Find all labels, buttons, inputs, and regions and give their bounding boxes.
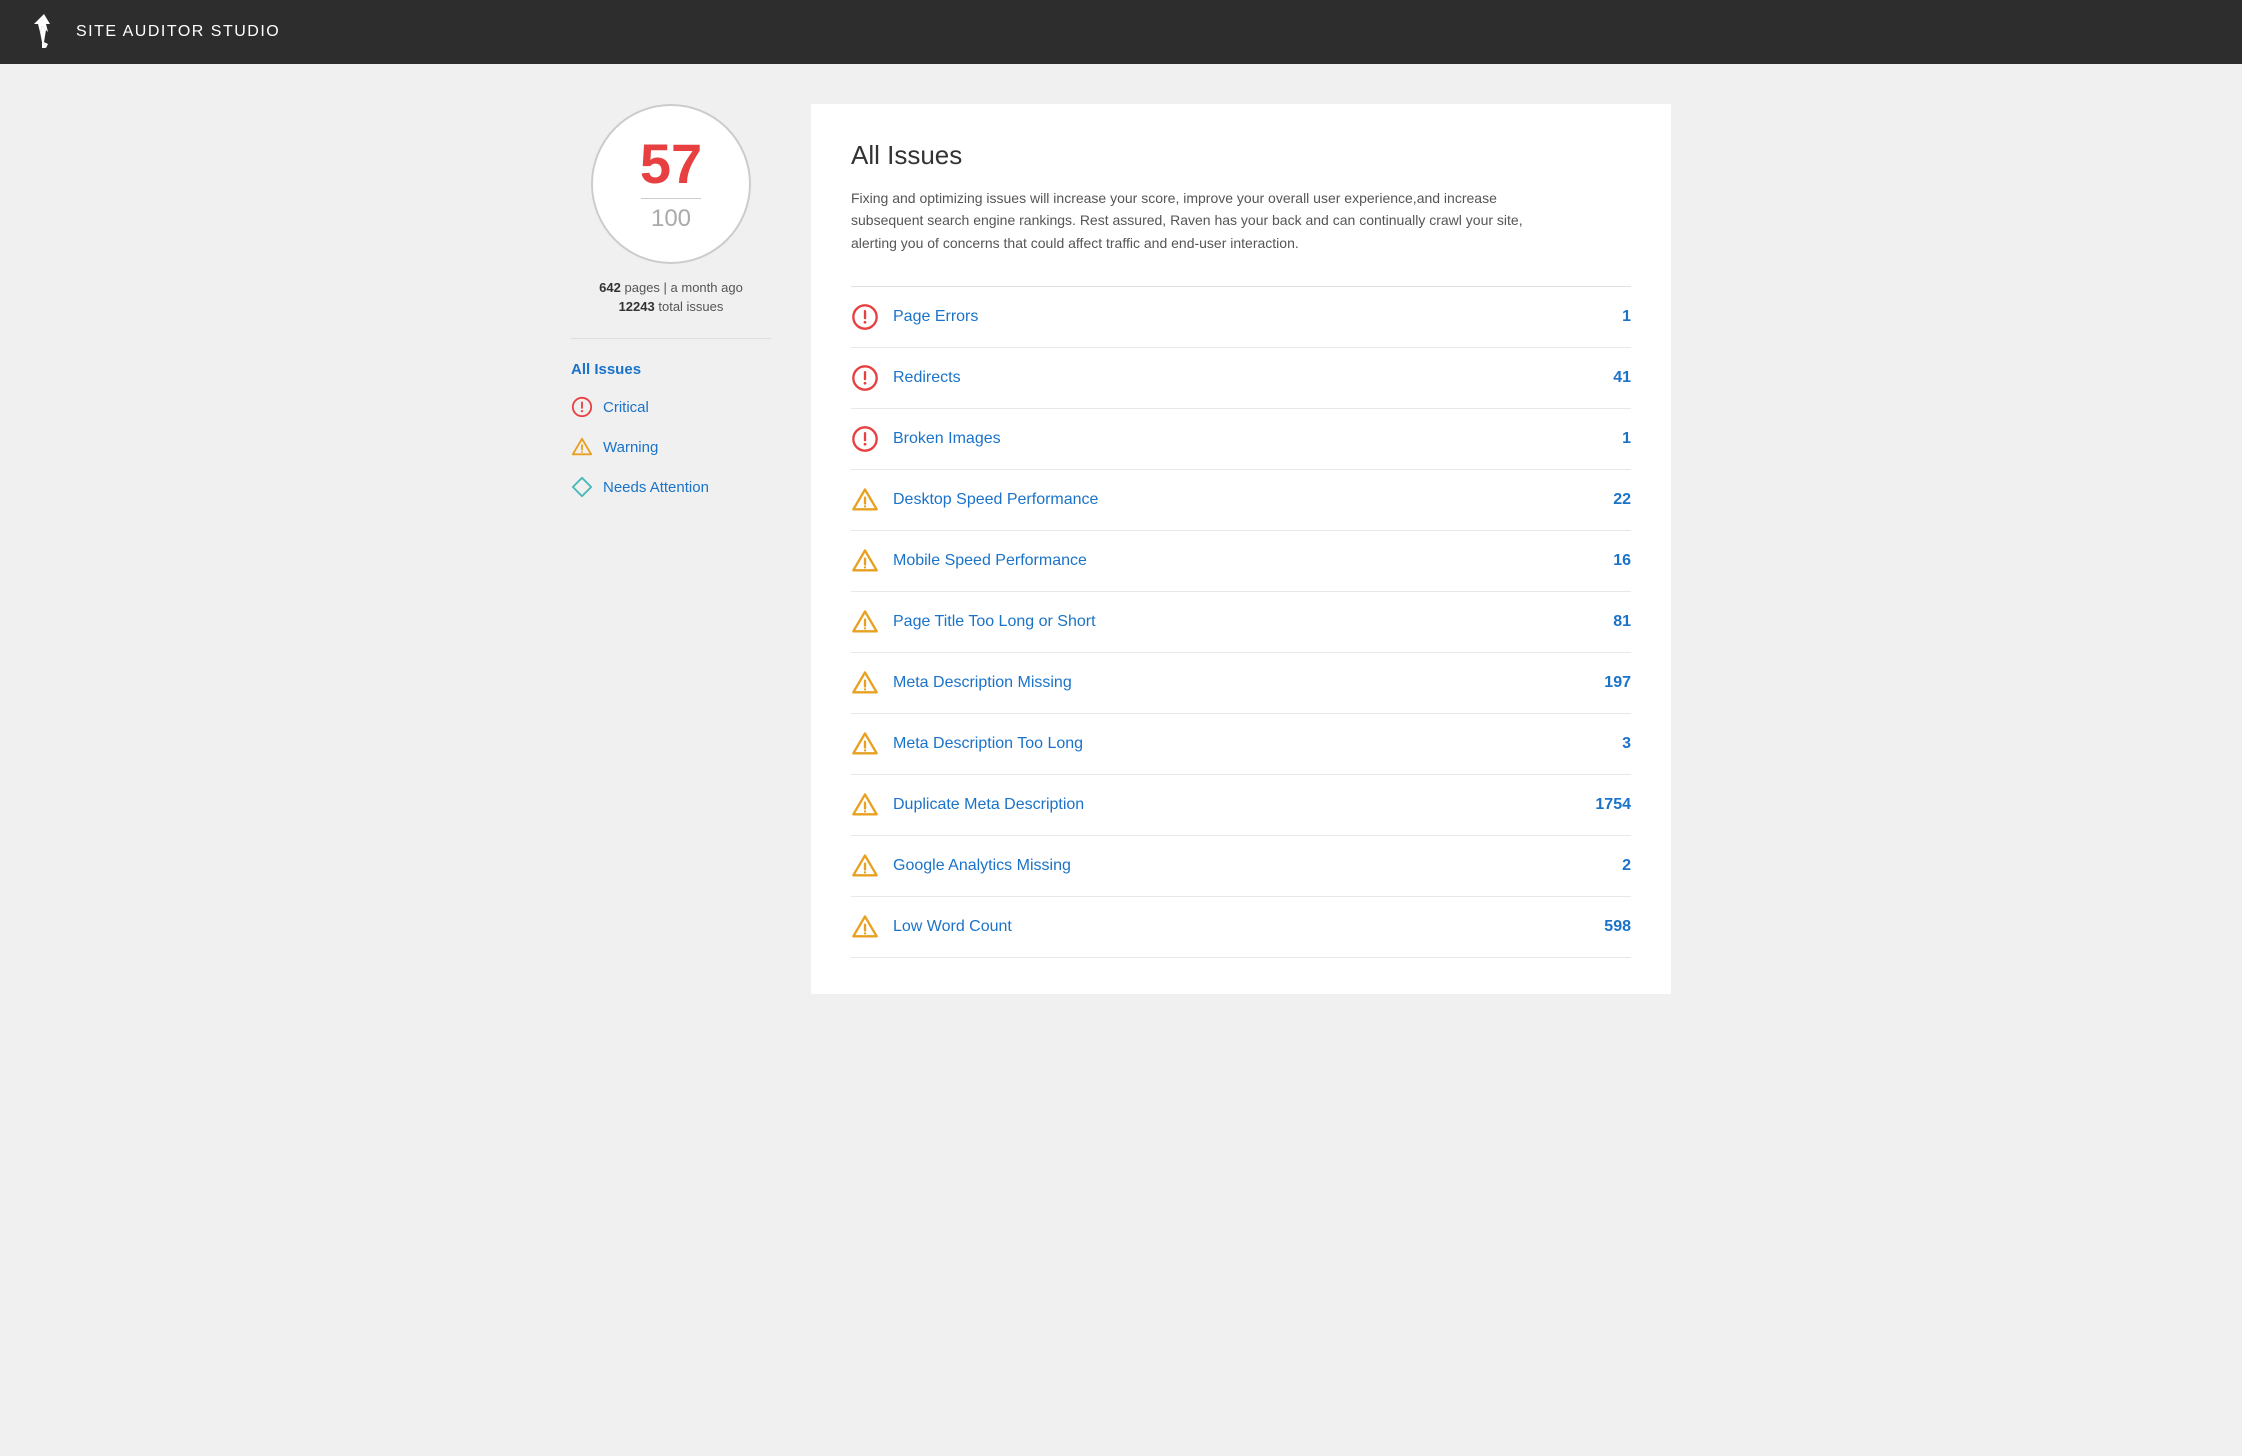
issue-count-broken-images: 1	[1622, 430, 1631, 448]
warning-label: Warning	[603, 439, 658, 456]
issue-row-duplicate-meta[interactable]: Duplicate Meta Description 1754	[851, 775, 1631, 836]
pages-info: 642 pages | a month ago	[599, 280, 743, 295]
page-title-icon	[851, 608, 879, 636]
pages-label: pages |	[625, 280, 671, 295]
main-wrapper: 57 100 642 pages | a month ago 12243 tot…	[0, 64, 2242, 1456]
issue-label-broken-images: Broken Images	[893, 430, 1001, 448]
all-issues-label: All Issues	[571, 361, 641, 378]
meta-desc-missing-icon	[851, 669, 879, 697]
score-number: 57	[640, 136, 702, 192]
issue-count-mobile-speed: 16	[1613, 552, 1631, 570]
sidebar-nav: All Issues Critical	[571, 359, 771, 500]
issue-left: Meta Description Missing	[851, 669, 1072, 697]
warning-icon	[571, 436, 593, 458]
issue-count-meta-desc-missing: 197	[1604, 674, 1631, 692]
issue-label-google-analytics: Google Analytics Missing	[893, 857, 1071, 875]
sidebar-item-all-issues[interactable]: All Issues	[571, 359, 771, 380]
time-ago: a month ago	[671, 280, 743, 295]
sidebar-divider	[571, 338, 771, 339]
issue-row-meta-desc-long[interactable]: Meta Description Too Long 3	[851, 714, 1631, 775]
issue-left: Page Title Too Long or Short	[851, 608, 1096, 636]
issue-row-broken-images[interactable]: Broken Images 1	[851, 409, 1631, 470]
broken-images-icon	[851, 425, 879, 453]
page-description: Fixing and optimizing issues will increa…	[851, 187, 1571, 254]
issue-label-mobile-speed: Mobile Speed Performance	[893, 552, 1087, 570]
sidebar: 57 100 642 pages | a month ago 12243 tot…	[571, 104, 771, 994]
issue-left: Broken Images	[851, 425, 1001, 453]
total-issues-label: total issues	[658, 299, 723, 314]
meta-desc-long-icon	[851, 730, 879, 758]
sidebar-item-needs-attention[interactable]: Needs Attention	[571, 474, 771, 500]
issue-count-desktop-speed: 22	[1613, 491, 1631, 509]
issue-row-redirects[interactable]: Redirects 41	[851, 348, 1631, 409]
issue-row-desktop-speed[interactable]: Desktop Speed Performance 22	[851, 470, 1631, 531]
sidebar-item-warning[interactable]: Warning	[571, 434, 771, 460]
issue-label-redirects: Redirects	[893, 369, 961, 387]
issue-label-desktop-speed: Desktop Speed Performance	[893, 491, 1098, 509]
issue-label-page-errors: Page Errors	[893, 308, 978, 326]
score-total: 100	[651, 205, 691, 233]
logo-area: SITE AUDITOR STUDIO	[24, 12, 280, 52]
pages-count: 642	[599, 280, 621, 295]
main-content: All Issues Fixing and optimizing issues …	[811, 104, 1671, 994]
app-title: SITE AUDITOR STUDIO	[76, 23, 280, 41]
sidebar-item-critical[interactable]: Critical	[571, 394, 771, 420]
issue-left: Low Word Count	[851, 913, 1012, 941]
issue-count-low-word-count: 598	[1604, 918, 1631, 936]
issue-left: Mobile Speed Performance	[851, 547, 1087, 575]
issue-row-page-errors[interactable]: Page Errors 1	[851, 287, 1631, 348]
content-area: 57 100 642 pages | a month ago 12243 tot…	[571, 104, 1671, 994]
raven-logo-icon	[24, 12, 64, 52]
issue-label-meta-desc-missing: Meta Description Missing	[893, 674, 1072, 692]
total-issues: 12243 total issues	[619, 299, 724, 314]
issue-count-meta-desc-long: 3	[1622, 735, 1631, 753]
low-word-count-icon	[851, 913, 879, 941]
total-issues-count: 12243	[619, 299, 655, 314]
issue-count-redirects: 41	[1613, 369, 1631, 387]
issue-label-duplicate-meta: Duplicate Meta Description	[893, 796, 1084, 814]
issue-left: Meta Description Too Long	[851, 730, 1083, 758]
issue-count-page-errors: 1	[1622, 308, 1631, 326]
issue-row-google-analytics[interactable]: Google Analytics Missing 2	[851, 836, 1631, 897]
page-errors-icon	[851, 303, 879, 331]
needs-attention-label: Needs Attention	[603, 479, 709, 496]
duplicate-meta-icon	[851, 791, 879, 819]
score-divider	[641, 198, 701, 199]
google-analytics-icon	[851, 852, 879, 880]
issue-count-duplicate-meta: 1754	[1595, 796, 1631, 814]
issue-list: Page Errors 1 Redirects 41	[851, 286, 1631, 958]
issue-row-low-word-count[interactable]: Low Word Count 598	[851, 897, 1631, 958]
redirects-icon	[851, 364, 879, 392]
issue-label-page-title: Page Title Too Long or Short	[893, 613, 1096, 631]
issue-label-meta-desc-long: Meta Description Too Long	[893, 735, 1083, 753]
issue-left: Desktop Speed Performance	[851, 486, 1098, 514]
issue-count-page-title: 81	[1613, 613, 1631, 631]
needs-attention-icon	[571, 476, 593, 498]
page-title: All Issues	[851, 140, 1631, 171]
issue-row-page-title[interactable]: Page Title Too Long or Short 81	[851, 592, 1631, 653]
critical-icon	[571, 396, 593, 418]
issue-count-google-analytics: 2	[1622, 857, 1631, 875]
score-circle: 57 100	[591, 104, 751, 264]
issue-label-low-word-count: Low Word Count	[893, 918, 1012, 936]
issue-row-meta-desc-missing[interactable]: Meta Description Missing 197	[851, 653, 1631, 714]
app-header: SITE AUDITOR STUDIO	[0, 0, 2242, 64]
issue-left: Duplicate Meta Description	[851, 791, 1084, 819]
critical-label: Critical	[603, 399, 649, 416]
mobile-speed-icon	[851, 547, 879, 575]
issue-left: Google Analytics Missing	[851, 852, 1071, 880]
issue-left: Page Errors	[851, 303, 978, 331]
issue-left: Redirects	[851, 364, 961, 392]
issue-row-mobile-speed[interactable]: Mobile Speed Performance 16	[851, 531, 1631, 592]
desktop-speed-icon	[851, 486, 879, 514]
